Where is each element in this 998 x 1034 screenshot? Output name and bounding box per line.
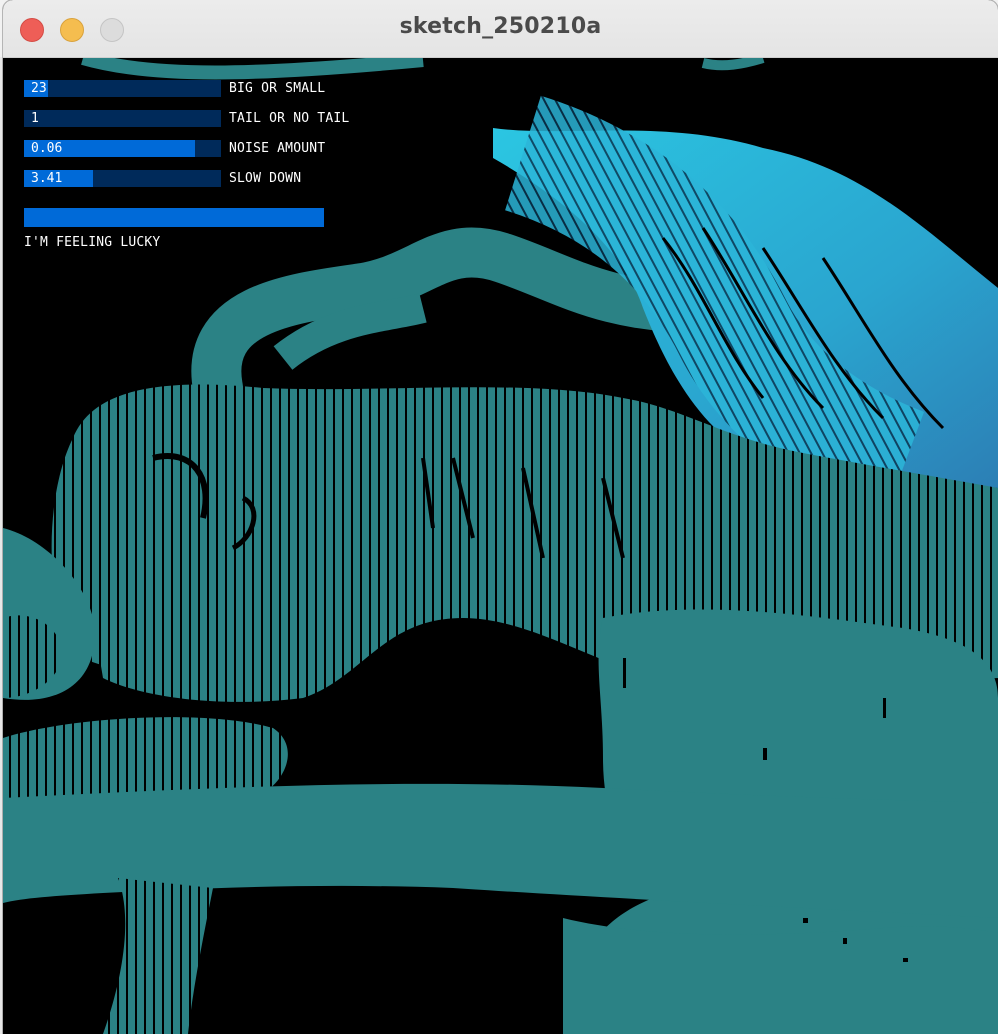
slider-label: SLOW DOWN — [229, 171, 302, 186]
slider-label: TAIL OR NO TAIL — [229, 111, 350, 126]
slider-slow-down[interactable]: 3.41 — [24, 170, 221, 187]
slider-label: NOISE AMOUNT — [229, 141, 326, 156]
feeling-lucky-button[interactable] — [24, 208, 324, 227]
slider-value: 23 — [31, 81, 47, 96]
slider-value: 1 — [31, 111, 39, 126]
slider-value: 0.06 — [31, 141, 63, 156]
sketch-window: sketch_250210a 23 BIG OR SMALL 1 TAIL OR… — [3, 0, 998, 1034]
slider-value: 3.41 — [31, 171, 63, 186]
slider-big-or-small[interactable]: 23 — [24, 80, 221, 97]
sketch-canvas[interactable]: 23 BIG OR SMALL 1 TAIL OR NO TAIL 0.06 N… — [3, 58, 998, 1034]
feeling-lucky-label: I'M FEELING LUCKY — [24, 235, 161, 250]
slider-label: BIG OR SMALL — [229, 81, 326, 96]
tube-artwork — [3, 58, 998, 1034]
slider-tail-or-no-tail[interactable]: 1 — [24, 110, 221, 127]
window-title: sketch_250210a — [399, 14, 602, 39]
slider-noise-amount[interactable]: 0.06 — [24, 140, 221, 157]
title-bar[interactable]: sketch_250210a — [3, 0, 998, 58]
